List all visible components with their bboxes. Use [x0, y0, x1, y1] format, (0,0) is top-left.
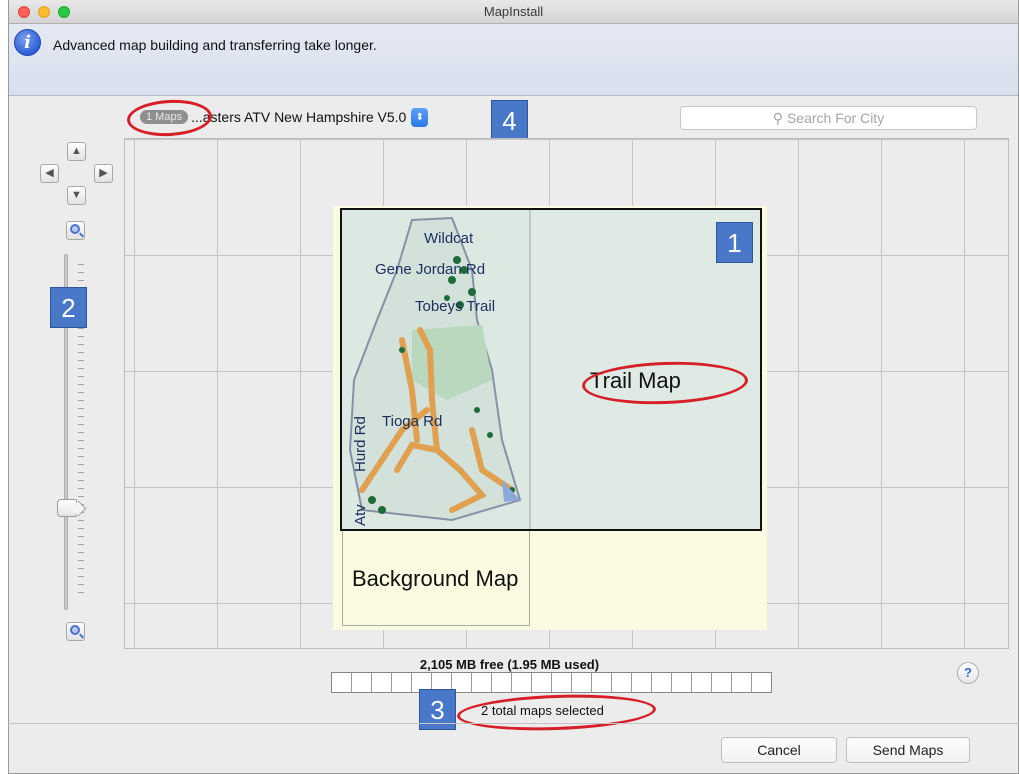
search-city-input[interactable]: ⚲ Search For City [680, 106, 977, 130]
storage-bar [331, 672, 772, 693]
place-label-atv: Atv [352, 504, 369, 526]
pan-right-button[interactable]: ▶ [94, 164, 113, 183]
popup-arrows-icon[interactable]: ⬍ [411, 107, 429, 127]
zoom-out-icon [70, 625, 80, 635]
callout-1: 1 [716, 222, 753, 263]
info-icon: i [14, 29, 41, 56]
callout-4: 4 [491, 100, 528, 141]
place-label-gene-jordan-rd: Gene Jordan Rd [375, 261, 486, 278]
place-label-tobeys-trail: Tobeys Trail [415, 298, 496, 315]
info-message: Advanced map building and transferring t… [53, 37, 377, 53]
send-maps-button[interactable]: Send Maps [846, 737, 970, 763]
pan-up-button[interactable]: ▲ [67, 142, 86, 161]
background-map-label: Background Map [352, 566, 519, 591]
info-bar: i Advanced map building and transferring… [9, 24, 1018, 96]
cancel-button[interactable]: Cancel [721, 737, 837, 763]
place-label-wildcat: Wildcat [424, 230, 474, 247]
storage-free-label: 2,105 MB free (1.95 MB used) [419, 657, 600, 672]
footer-divider [8, 723, 1019, 724]
help-button[interactable]: ? [957, 662, 979, 684]
zoom-in-icon [70, 224, 80, 234]
callout-2: 2 [50, 287, 87, 328]
place-label-hurd-rd: Hurd Rd [352, 416, 369, 472]
zoom-in-button[interactable] [66, 221, 85, 240]
zoom-slider-thumb[interactable] [57, 499, 77, 517]
search-icon: ⚲ [772, 110, 784, 126]
pan-left-button[interactable]: ◀ [40, 164, 59, 183]
place-label-tioga-rd: Tioga Rd [382, 413, 443, 430]
pan-down-button[interactable]: ▼ [67, 186, 86, 205]
title-bar: MapInstall [9, 0, 1018, 24]
window-title: MapInstall [483, 4, 544, 19]
selected-map-name: ...asters ATV New Hampshire V5.0 [191, 109, 407, 125]
search-placeholder: Search For City [786, 110, 885, 126]
zoom-out-button[interactable] [66, 622, 85, 641]
